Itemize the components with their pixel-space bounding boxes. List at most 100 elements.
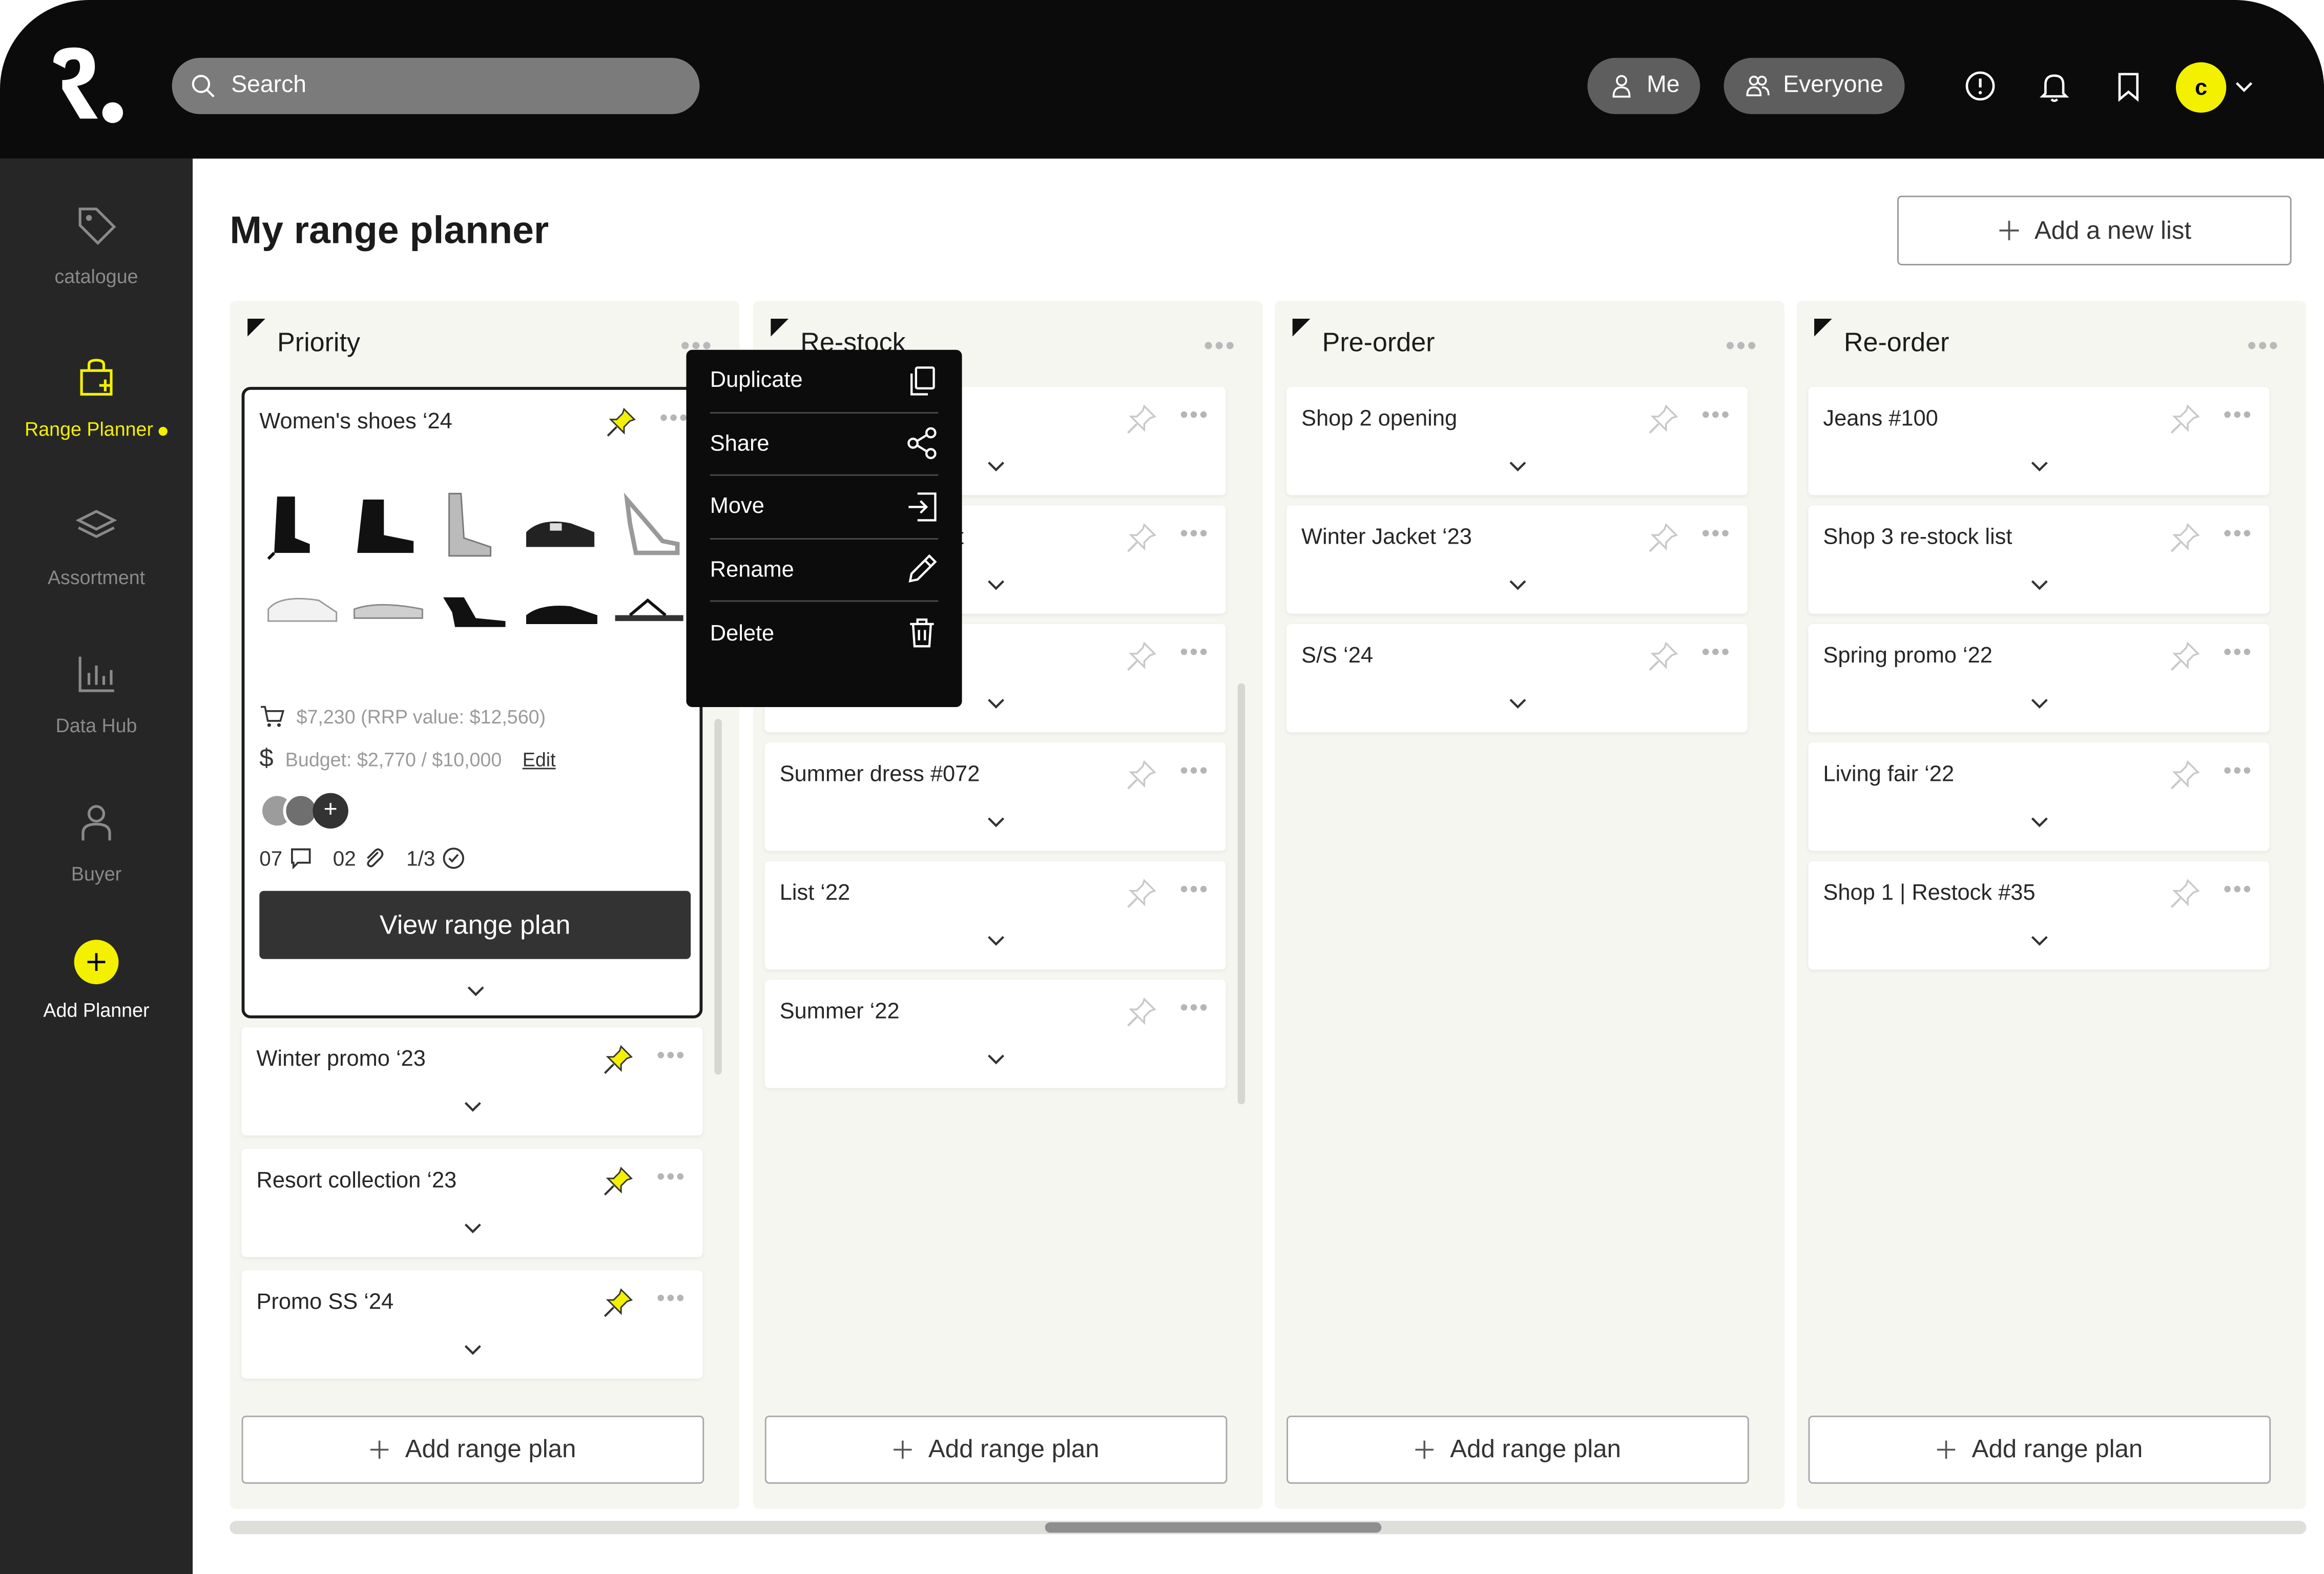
- sidebar-item-buyer[interactable]: Buyer: [0, 800, 193, 885]
- range-plan-card[interactable]: Jeans #100 •••: [1808, 387, 2270, 495]
- bell-icon[interactable]: [2037, 68, 2072, 103]
- chevron-down-icon[interactable]: [463, 1095, 484, 1116]
- edit-budget-link[interactable]: Edit: [523, 748, 556, 770]
- chevron-down-icon[interactable]: [1507, 692, 1528, 713]
- expanded-range-plan-card[interactable]: Women's shoes ‘24 ••• $7,230 (RRP value:…: [241, 387, 703, 1019]
- add-range-plan-button[interactable]: Add range plan: [764, 1415, 1228, 1484]
- more-options-icon[interactable]: •••: [657, 1287, 686, 1313]
- more-options-icon[interactable]: •••: [1180, 403, 1209, 430]
- more-options-icon[interactable]: •••: [2224, 522, 2253, 548]
- range-plan-card[interactable]: Shop 1 | Restock #35 •••: [1808, 861, 2270, 970]
- chevron-down-icon[interactable]: [2029, 811, 2050, 832]
- pin-icon[interactable]: [1125, 878, 1158, 910]
- more-options-icon[interactable]: •••: [1180, 522, 1209, 548]
- search-bar[interactable]: [172, 57, 700, 114]
- pin-icon[interactable]: [602, 1044, 635, 1076]
- range-plan-card[interactable]: Winter Jacket ‘23 •••: [1287, 505, 1748, 614]
- more-options-icon[interactable]: •••: [659, 406, 689, 433]
- me-filter-button[interactable]: Me: [1587, 57, 1700, 114]
- search-input[interactable]: [231, 72, 676, 99]
- pin-icon[interactable]: [1125, 522, 1158, 554]
- range-plan-card[interactable]: Winter promo ‘23 •••: [241, 1027, 703, 1136]
- comments-count[interactable]: 07: [259, 846, 312, 870]
- pin-icon[interactable]: [1647, 522, 1679, 554]
- chevron-down-icon[interactable]: [986, 811, 1007, 832]
- chevron-down-icon[interactable]: [465, 980, 486, 1001]
- chevron-down-icon[interactable]: [1507, 455, 1528, 476]
- more-options-icon[interactable]: •••: [2224, 403, 2253, 430]
- tasks-count[interactable]: 1/3: [406, 846, 465, 870]
- add-range-plan-button[interactable]: Add range plan: [1808, 1415, 2271, 1484]
- vertical-scrollbar[interactable]: [714, 719, 722, 1075]
- range-plan-card[interactable]: Summer ‘22 •••: [764, 980, 1226, 1088]
- more-options-icon[interactable]: •••: [2224, 640, 2253, 667]
- menu-item-rename[interactable]: Rename: [710, 539, 939, 602]
- sidebar-item-catalogue[interactable]: catalogue: [0, 203, 193, 287]
- more-options-icon[interactable]: •••: [2247, 330, 2279, 362]
- range-plan-card[interactable]: Spring promo ‘22 •••: [1808, 624, 2270, 733]
- sidebar-item-range-planner[interactable]: Range Planner: [0, 356, 193, 440]
- more-options-icon[interactable]: •••: [657, 1165, 686, 1192]
- range-plan-card[interactable]: Resort collection ‘23 •••: [241, 1149, 703, 1257]
- menu-item-share[interactable]: Share: [710, 413, 939, 476]
- vertical-scrollbar[interactable]: [1237, 683, 1246, 1105]
- bookmark-icon[interactable]: [2111, 68, 2146, 103]
- sidebar-item-add-planner[interactable]: Add Planner: [0, 940, 193, 1021]
- range-plan-card[interactable]: Shop 3 re-stock list •••: [1808, 505, 2270, 614]
- pin-icon[interactable]: [2168, 759, 2201, 792]
- more-options-icon[interactable]: •••: [1180, 996, 1209, 1023]
- more-options-icon[interactable]: •••: [657, 1044, 686, 1070]
- chevron-down-icon[interactable]: [986, 929, 1007, 950]
- pin-icon[interactable]: [2168, 640, 2201, 673]
- range-plan-card[interactable]: List ‘22 •••: [764, 861, 1226, 970]
- chevron-down-icon[interactable]: [986, 692, 1007, 713]
- more-options-icon[interactable]: •••: [1204, 330, 1236, 362]
- more-options-icon[interactable]: •••: [1180, 759, 1209, 785]
- chevron-down-icon[interactable]: [2029, 455, 2050, 476]
- chevron-down-icon[interactable]: [986, 455, 1007, 476]
- range-plan-card[interactable]: Living fair ‘22 •••: [1808, 742, 2270, 851]
- pin-icon[interactable]: [1647, 640, 1679, 673]
- add-new-list-button[interactable]: Add a new list: [1897, 195, 2292, 265]
- chevron-down-icon[interactable]: [463, 1338, 484, 1359]
- pin-icon[interactable]: [2168, 878, 2201, 910]
- more-options-icon[interactable]: •••: [2224, 759, 2253, 785]
- pin-icon[interactable]: [602, 1165, 635, 1198]
- menu-item-duplicate[interactable]: Duplicate: [710, 350, 939, 413]
- range-plan-card[interactable]: Shop 2 opening •••: [1287, 387, 1748, 495]
- chevron-down-icon[interactable]: [2232, 74, 2256, 98]
- pin-icon[interactable]: [1125, 759, 1158, 792]
- menu-item-move[interactable]: Move: [710, 476, 939, 539]
- more-options-icon[interactable]: •••: [1702, 403, 1731, 430]
- add-range-plan-button[interactable]: Add range plan: [241, 1415, 704, 1484]
- range-plan-card[interactable]: Summer dress #072 •••: [764, 742, 1226, 851]
- more-options-icon[interactable]: •••: [1180, 640, 1209, 667]
- more-options-icon[interactable]: •••: [1726, 330, 1758, 362]
- horizontal-scrollbar-thumb[interactable]: [1045, 1522, 1382, 1533]
- view-range-plan-button[interactable]: View range plan: [259, 890, 691, 959]
- pin-icon[interactable]: [1125, 640, 1158, 673]
- chevron-down-icon[interactable]: [1507, 574, 1528, 595]
- sidebar-item-data-hub[interactable]: Data Hub: [0, 652, 193, 737]
- everyone-filter-button[interactable]: Everyone: [1724, 57, 1904, 114]
- more-options-icon[interactable]: •••: [1180, 878, 1209, 904]
- pin-icon[interactable]: [1647, 403, 1679, 436]
- chevron-down-icon[interactable]: [986, 574, 1007, 595]
- attachments-count[interactable]: 02: [333, 846, 386, 870]
- more-options-icon[interactable]: •••: [1702, 640, 1731, 667]
- pin-icon[interactable]: [2168, 522, 2201, 554]
- pin-icon[interactable]: [602, 1287, 635, 1319]
- chevron-down-icon[interactable]: [986, 1048, 1007, 1069]
- chevron-down-icon[interactable]: [463, 1217, 484, 1238]
- chevron-down-icon[interactable]: [2029, 692, 2050, 713]
- chevron-down-icon[interactable]: [2029, 929, 2050, 950]
- add-range-plan-button[interactable]: Add range plan: [1287, 1415, 1749, 1484]
- chevron-down-icon[interactable]: [2029, 574, 2050, 595]
- range-plan-card[interactable]: Promo SS ‘24 •••: [241, 1270, 703, 1379]
- alert-icon[interactable]: [1962, 68, 1998, 103]
- pin-icon[interactable]: [605, 406, 637, 439]
- more-options-icon[interactable]: •••: [2224, 878, 2253, 904]
- range-plan-card[interactable]: S/S ‘24 •••: [1287, 624, 1748, 733]
- more-options-icon[interactable]: •••: [1702, 522, 1731, 548]
- pin-icon[interactable]: [2168, 403, 2201, 436]
